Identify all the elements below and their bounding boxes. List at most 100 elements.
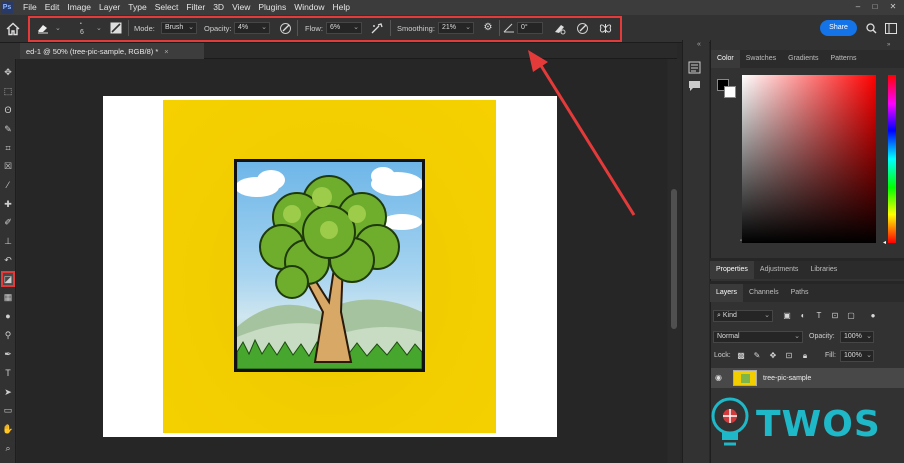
tree-illustration: [237, 162, 422, 369]
comments-panel-icon[interactable]: [688, 80, 701, 92]
close-tab-icon[interactable]: ×: [164, 47, 168, 56]
eraser-tool-preset-icon[interactable]: [36, 22, 50, 34]
lock-transparent-icon[interactable]: ▩: [736, 350, 746, 362]
tab-patterns[interactable]: Patterns: [824, 50, 862, 68]
tab-paths[interactable]: Paths: [785, 284, 815, 302]
fill-field[interactable]: 100% ⌄: [840, 350, 874, 362]
menu-filter[interactable]: Filter: [182, 0, 209, 15]
filter-pixel-icon[interactable]: ▣: [782, 310, 792, 322]
layer-name[interactable]: tree-pic-sample: [763, 375, 811, 382]
angle-field[interactable]: 0°: [517, 22, 543, 34]
lasso-tool-icon[interactable]: ʘ: [2, 104, 14, 116]
menu-view[interactable]: View: [228, 0, 254, 15]
fill-label: Fill:: [825, 352, 836, 359]
opacity-field[interactable]: 4% ⌄: [234, 22, 270, 34]
menu-select[interactable]: Select: [151, 0, 183, 15]
close-window-icon[interactable]: ✕: [888, 2, 898, 12]
eraser-tool-icon[interactable]: ◪: [1, 271, 15, 287]
hue-slider-handle[interactable]: ◂: [883, 239, 886, 246]
gradient-tool-icon[interactable]: ▦: [2, 291, 14, 303]
marquee-tool-icon[interactable]: ⬚: [2, 85, 14, 97]
tab-gradients[interactable]: Gradients: [782, 50, 824, 68]
minimize-icon[interactable]: –: [853, 2, 863, 12]
layer-opacity-field[interactable]: 100% ⌄: [840, 331, 874, 343]
filter-toggle-icon[interactable]: ●: [868, 310, 878, 322]
menu-file[interactable]: File: [19, 0, 41, 15]
brush-settings-icon[interactable]: [110, 22, 122, 34]
quick-select-tool-icon[interactable]: ✎: [2, 123, 14, 135]
tab-channels[interactable]: Channels: [743, 284, 785, 302]
type-tool-icon[interactable]: T: [2, 367, 14, 379]
menu-edit[interactable]: Edit: [41, 0, 64, 15]
menu-layer[interactable]: Layer: [95, 0, 124, 15]
blur-tool-icon[interactable]: ●: [2, 310, 14, 322]
menu-image[interactable]: Image: [63, 0, 95, 15]
smoothing-field[interactable]: 21% ⌄: [438, 22, 474, 34]
zoom-tool-icon[interactable]: ⌕: [2, 442, 14, 454]
brush-size-value[interactable]: 6: [80, 29, 84, 36]
lock-artboard-icon[interactable]: ⊡: [784, 350, 794, 362]
background-color-swatch[interactable]: [724, 86, 736, 98]
blend-mode-dropdown[interactable]: Normal ⌄: [713, 331, 803, 343]
workspace-icon[interactable]: [885, 23, 897, 34]
filter-smart-object-icon[interactable]: ▢: [846, 310, 856, 322]
erase-to-history-icon[interactable]: [553, 22, 566, 35]
menu-type[interactable]: Type: [124, 0, 150, 15]
filter-shape-icon[interactable]: ⊡: [830, 310, 840, 322]
tab-properties[interactable]: Properties: [710, 261, 754, 279]
tab-layers[interactable]: Layers: [710, 284, 744, 302]
collapse-panel-icon[interactable]: »: [887, 42, 890, 48]
layer-filter-kind[interactable]: ⌕ Kind ⌄: [713, 310, 773, 322]
collapse-panels-icon[interactable]: «: [697, 41, 701, 48]
scrollbar-thumb[interactable]: [671, 189, 677, 329]
flow-field[interactable]: 6% ⌄: [326, 22, 362, 34]
dodge-tool-icon[interactable]: ⚲: [2, 329, 14, 341]
lock-position-icon[interactable]: ✥: [768, 350, 778, 362]
eyedropper-tool-icon[interactable]: ⁄: [2, 179, 14, 191]
history-panel-icon[interactable]: [688, 61, 701, 74]
menu-plugins[interactable]: Plugins: [254, 0, 290, 15]
pressure-opacity-icon[interactable]: [279, 22, 292, 35]
menu-window[interactable]: Window: [290, 0, 328, 15]
brush-tool-icon[interactable]: ✐: [2, 216, 14, 228]
lock-all-icon[interactable]: 🔒︎: [800, 350, 810, 362]
brush-dot-icon: •: [80, 21, 82, 27]
lock-image-icon[interactable]: ✎: [752, 350, 762, 362]
tab-libraries[interactable]: Libraries: [804, 261, 843, 279]
filter-adjustment-icon[interactable]: ◐: [798, 310, 808, 322]
crop-tool-icon[interactable]: ⌗: [2, 142, 14, 154]
symmetry-butterfly-icon[interactable]: [599, 22, 612, 35]
brush-picker-chevron-icon[interactable]: ⌄: [96, 24, 102, 32]
hand-tool-icon[interactable]: ✋: [2, 423, 14, 435]
path-selection-tool-icon[interactable]: ➤: [2, 386, 14, 398]
healing-brush-tool-icon[interactable]: ✚: [2, 198, 14, 210]
rectangle-tool-icon[interactable]: ▭: [2, 404, 14, 416]
pressure-size-icon[interactable]: [576, 22, 589, 35]
share-button[interactable]: Share: [820, 20, 857, 36]
history-brush-tool-icon[interactable]: ↶: [2, 254, 14, 266]
layers-panel-tabs: Layers Channels Paths: [710, 284, 904, 302]
hue-slider[interactable]: [888, 75, 896, 243]
tab-swatches[interactable]: Swatches: [740, 50, 782, 68]
smoothing-gear-icon[interactable]: ⚙: [481, 22, 495, 34]
menu-3d[interactable]: 3D: [209, 0, 228, 15]
search-icon[interactable]: [866, 23, 877, 34]
move-tool-icon[interactable]: ✥: [2, 66, 14, 78]
tab-adjustments[interactable]: Adjustments: [754, 261, 805, 279]
frame-tool-icon[interactable]: ☒: [2, 160, 14, 172]
filter-type-icon[interactable]: T: [814, 310, 824, 322]
visibility-eye-icon[interactable]: ◉: [715, 373, 722, 382]
mode-dropdown[interactable]: Brush ⌄: [161, 22, 197, 34]
tool-preset-chevron-icon[interactable]: ⌄: [55, 24, 61, 32]
document-tab[interactable]: ed-1 @ 50% (tree-pic-sample, RGB/8) * ×: [20, 43, 204, 59]
vertical-scrollbar[interactable]: [668, 59, 680, 463]
menu-help[interactable]: Help: [328, 0, 353, 15]
pen-tool-icon[interactable]: ✒: [2, 348, 14, 360]
tab-color[interactable]: Color: [711, 50, 740, 68]
color-picker-field[interactable]: [742, 75, 876, 243]
clone-stamp-tool-icon[interactable]: ⊥: [2, 235, 14, 247]
tree-drawing: [237, 167, 422, 369]
maximize-icon[interactable]: □: [870, 2, 880, 12]
airbrush-icon[interactable]: [370, 22, 384, 35]
home-icon[interactable]: [6, 22, 20, 36]
